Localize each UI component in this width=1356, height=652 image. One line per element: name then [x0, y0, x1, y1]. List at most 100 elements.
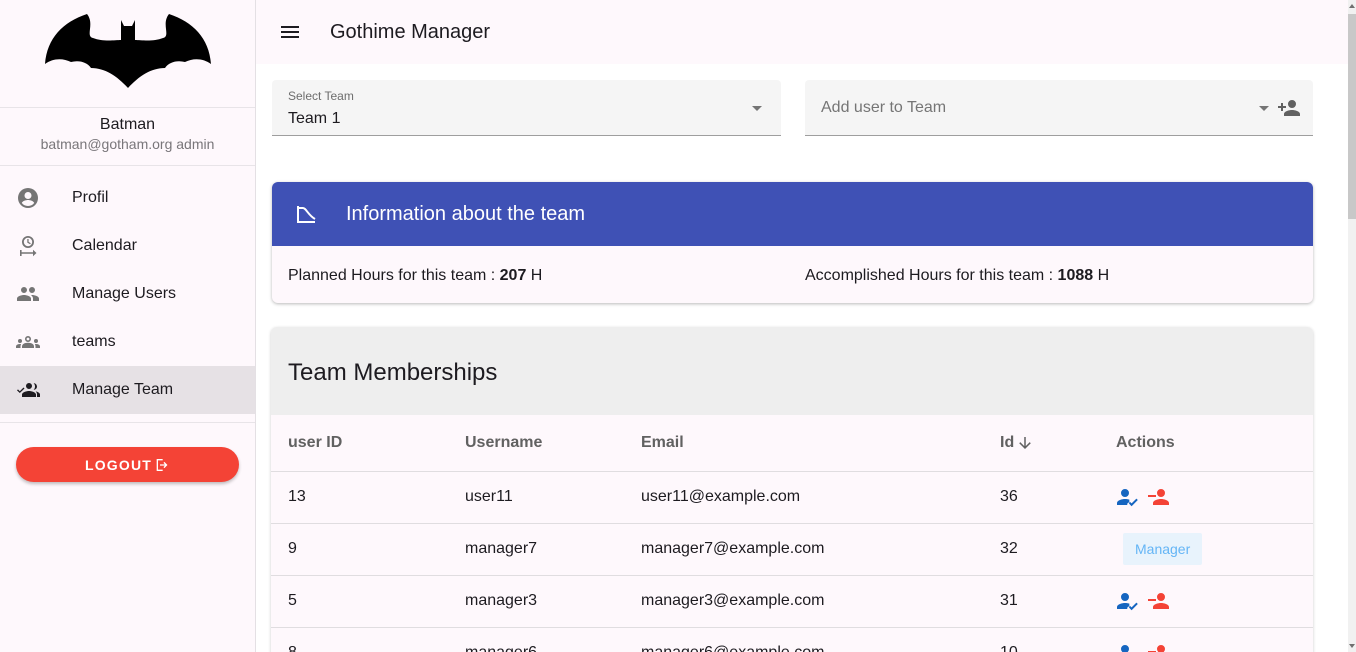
nav-divider [0, 422, 255, 423]
sidebar-item-label: Manage Users [72, 285, 177, 302]
dropdown-arrow-icon[interactable] [1259, 106, 1269, 111]
remove-member-icon[interactable] [1147, 641, 1171, 652]
sidebar-item-label: Manage Team [72, 381, 174, 398]
sidebar-item-label: teams [72, 333, 116, 350]
cell-id: 36 [983, 471, 1099, 524]
cell-username: user11 [448, 471, 624, 524]
memberships-table-body: 13 user11 user11@example.com 36 9 manager7 man… [271, 471, 1313, 652]
menu-button[interactable] [278, 20, 302, 44]
cell-id: 32 [983, 523, 1099, 576]
sidebar-item-label: Profil [72, 189, 109, 206]
sidebar-item-manage-users[interactable]: Manage Users [0, 270, 255, 318]
column-header-username[interactable]: Username [448, 415, 624, 472]
planned-hours-unit: H [526, 267, 543, 284]
groups-icon [16, 330, 40, 354]
column-header-id[interactable]: Id [983, 415, 1099, 472]
team-memberships-title: Team Memberships [288, 358, 498, 386]
team-info-card: Information about the team Planned Hours… [272, 182, 1313, 303]
person-add-icon[interactable] [1277, 96, 1301, 120]
cell-email: manager3@example.com [624, 575, 983, 628]
top-app-bar: Gothime Manager [256, 0, 1348, 64]
remove-member-icon[interactable] [1147, 485, 1171, 509]
clock-timeline-icon [16, 234, 40, 258]
row-actions [1116, 485, 1313, 509]
table-row: 5 manager3 manager3@example.com 31 [271, 575, 1313, 628]
sidebar-item-teams[interactable]: teams [0, 318, 255, 366]
accomplished-hours-value: 1088 [1057, 267, 1094, 284]
sidebar-nav: Profil Calendar Manage Users teams Manag… [0, 166, 255, 423]
sidebar-item-profil[interactable]: Profil [0, 174, 255, 222]
cell-id: 31 [983, 575, 1099, 628]
table-row: 13 user11 user11@example.com 36 [271, 471, 1313, 524]
page-scrollbar[interactable] [1348, 0, 1356, 652]
promote-to-manager-icon[interactable] [1116, 485, 1140, 509]
user-email-role: batman@gotham.org admin [40, 136, 215, 152]
sidebar-item-manage-team[interactable]: Manage Team [0, 366, 255, 414]
add-user-autocomplete[interactable]: Add user to Team [805, 80, 1313, 136]
sidebar-item-label: Calendar [72, 237, 137, 254]
planned-hours: Planned Hours for this team : 207 H [288, 267, 542, 285]
select-team-dropdown[interactable]: Select Team Team 1 [272, 80, 781, 136]
cell-email: manager7@example.com [624, 523, 983, 576]
user-info: Batman batman@gotham.org admin [0, 108, 255, 166]
cell-username: manager3 [448, 575, 624, 628]
cell-actions [1099, 627, 1313, 652]
scrollbar-thumb[interactable] [1348, 14, 1356, 219]
cell-actions: Manager [1099, 523, 1313, 576]
scroll-up-icon[interactable] [1349, 4, 1355, 8]
accomplished-hours-label: Accomplished Hours for this team : [805, 267, 1058, 284]
accomplished-hours-unit: H [1093, 267, 1110, 284]
hamburger-menu-icon [281, 26, 299, 38]
table-row: 9 manager7 manager7@example.com 32 Manager [271, 523, 1313, 576]
promote-to-manager-icon[interactable] [1116, 589, 1140, 613]
planned-hours-label: Planned Hours for this team : [288, 267, 500, 284]
select-team-label: Select Team [288, 89, 354, 103]
memberships-table: user ID Username Email Id Actions 13 user… [271, 415, 1313, 652]
team-memberships-header: Team Memberships [271, 327, 1313, 415]
team-info-title: Information about the team [346, 202, 586, 225]
team-info-body: Planned Hours for this team : 207 H Acco… [272, 246, 1313, 303]
cell-user-id: 13 [271, 471, 448, 524]
planned-hours-value: 207 [499, 267, 527, 284]
remove-member-icon[interactable] [1147, 589, 1171, 613]
logo-area [0, 0, 255, 108]
logout-button[interactable]: LOGOUT [16, 447, 239, 482]
logout-icon [156, 458, 168, 471]
cell-actions [1099, 471, 1313, 524]
row-actions [1116, 589, 1313, 613]
table-row: 8manager6manager6@example.com10 [271, 627, 1313, 652]
team-memberships-card: Team Memberships user ID Username Email … [271, 327, 1313, 652]
cell-email: user11@example.com [624, 471, 983, 524]
people-icon [16, 282, 40, 306]
cell-email: manager6@example.com [624, 627, 983, 652]
bat-logo-icon [44, 13, 211, 88]
cell-username: manager6 [448, 627, 624, 652]
cell-user-id: 5 [271, 575, 448, 628]
table-header-row: user ID Username Email Id Actions [271, 415, 1313, 472]
cell-id: 10 [983, 627, 1099, 652]
app-title: Gothime Manager [330, 20, 491, 43]
cell-username: manager7 [448, 523, 624, 576]
cell-user-id: 8 [271, 627, 448, 652]
logout-label: LOGOUT [84, 456, 153, 473]
group-check-icon [16, 378, 40, 402]
scroll-down-icon[interactable] [1349, 644, 1355, 648]
sidebar: Batman batman@gotham.org admin Profil Ca… [0, 0, 256, 652]
team-info-header: Information about the team [272, 182, 1313, 246]
select-team-value: Team 1 [288, 110, 341, 127]
accomplished-hours: Accomplished Hours for this team : 1088 … [805, 267, 1109, 285]
promote-to-manager-icon[interactable] [1116, 641, 1140, 652]
column-header-actions: Actions [1099, 415, 1313, 472]
column-header-id-label: Id [1000, 433, 1015, 451]
row-actions [1116, 641, 1313, 652]
user-name: Batman [99, 116, 156, 133]
dropdown-arrow-icon [752, 106, 762, 111]
add-user-placeholder: Add user to Team [821, 99, 947, 116]
column-header-email[interactable]: Email [624, 415, 983, 472]
cell-actions [1099, 575, 1313, 628]
manager-badge: Manager [1123, 533, 1203, 565]
arrow-down-icon [1016, 434, 1034, 452]
account-circle-icon [16, 186, 40, 210]
sidebar-item-calendar[interactable]: Calendar [0, 222, 255, 270]
column-header-user-id[interactable]: user ID [271, 415, 448, 472]
